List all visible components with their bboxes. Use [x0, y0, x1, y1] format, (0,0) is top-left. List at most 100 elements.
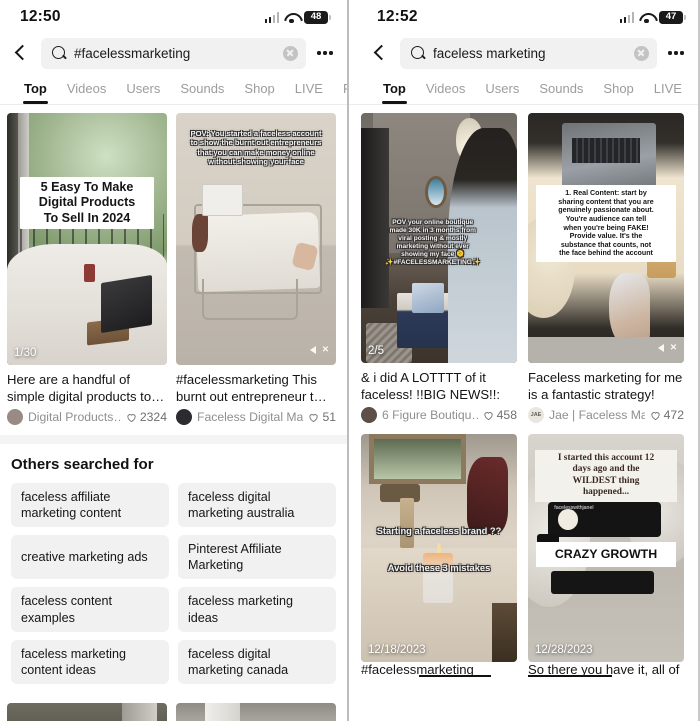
author-name[interactable]: 6 Figure Boutiqu… — [382, 408, 478, 422]
tab-shop[interactable]: Shop — [593, 81, 643, 104]
video-card[interactable]: facelesswithjanel ♪ I started this accou… — [528, 434, 684, 677]
thumbnail-overlay-text: Starting a faceless brand ?? Avoid these… — [376, 526, 502, 574]
search-input[interactable]: #facelessmarketing — [41, 37, 306, 69]
like-count-value: 472 — [663, 408, 684, 422]
video-thumbnail[interactable]: 5 Easy To Make Digital Products To Sell … — [7, 113, 167, 365]
date-badge: 12/18/2023 — [368, 644, 426, 656]
search-icon — [411, 46, 425, 60]
more-options-icon[interactable] — [666, 51, 686, 55]
tab-videos[interactable]: Videos — [57, 81, 117, 104]
left-phone-panel: 12:50 48 #facelessmarketing Top Videos U… — [0, 0, 349, 721]
like-count-value: 2324 — [139, 410, 167, 424]
video-meta-row: Faceless Digital Ma… 51 — [176, 409, 336, 425]
search-tabs: Top Videos Users Sounds Shop LIVE Pla — [0, 72, 347, 105]
video-thumbnail[interactable]: POV your online boutique made 30K in 3 m… — [361, 113, 517, 363]
battery-level: 48 — [310, 11, 322, 23]
tab-live[interactable]: LIVE — [644, 81, 692, 104]
author-name[interactable]: Faceless Digital Ma… — [197, 410, 303, 424]
battery-icon: 47 — [659, 10, 686, 24]
video-thumbnail[interactable] — [7, 702, 167, 721]
tab-places[interactable]: Pla — [692, 81, 698, 104]
section-divider — [0, 435, 347, 444]
tab-videos[interactable]: Videos — [416, 81, 476, 104]
heart-icon — [650, 410, 661, 421]
tab-top[interactable]: Top — [14, 81, 57, 104]
thumbnail-overlay-text: 1. Real Content: start by sharing conten… — [536, 185, 676, 263]
battery-level: 47 — [665, 11, 677, 23]
video-meta-row: 6 Figure Boutiqu… 458 — [361, 407, 517, 423]
like-count: 51 — [308, 410, 336, 424]
heart-icon — [308, 412, 319, 423]
avatar[interactable]: JAE — [528, 407, 544, 423]
video-thumbnail[interactable]: facelesswithjanel ♪ I started this accou… — [528, 434, 684, 662]
author-name[interactable]: Jae | Faceless Ma… — [549, 408, 645, 422]
suggestion-chip[interactable]: faceless marketing ideas — [178, 587, 336, 632]
partial-next-row: UGC Example — [0, 694, 347, 721]
video-card[interactable]: POV: You started a faceless account to s… — [176, 113, 336, 425]
back-chevron-icon[interactable] — [369, 42, 391, 64]
search-tabs: Top Videos Users Sounds Shop LIVE Pla — [349, 72, 698, 105]
cellular-bars-icon — [264, 12, 279, 23]
suggestion-chip[interactable]: faceless digital marketing australia — [178, 483, 336, 528]
battery-icon: 48 — [304, 10, 331, 24]
text-underline — [419, 675, 491, 677]
thumbnail-overlay-secondary: CRAZY GROWTH — [536, 542, 676, 568]
tab-users[interactable]: Users — [116, 81, 170, 104]
tab-users[interactable]: Users — [475, 81, 529, 104]
search-input[interactable]: faceless marketing — [400, 37, 657, 69]
avatar[interactable] — [7, 409, 23, 425]
suggestion-chip[interactable]: faceless content examples — [11, 587, 169, 632]
tab-live[interactable]: LIVE — [285, 81, 333, 104]
text-underline — [528, 675, 612, 677]
back-chevron-icon[interactable] — [10, 42, 32, 64]
mute-icon[interactable] — [310, 343, 329, 358]
tab-shop[interactable]: Shop — [234, 81, 284, 104]
thumbnail-overlay-text: POV: You started a faceless account to s… — [190, 129, 322, 166]
tab-sounds[interactable]: Sounds — [529, 81, 593, 104]
author-name[interactable]: Digital Products… — [28, 410, 121, 424]
dual-screenshot-stage: 12:50 48 #facelessmarketing Top Videos U… — [0, 0, 700, 721]
video-meta-row: Digital Products… 2324 — [7, 409, 167, 425]
wifi-icon — [284, 12, 299, 23]
video-thumbnail[interactable]: POV: You started a faceless account to s… — [176, 113, 336, 365]
cellular-bars-icon — [619, 12, 634, 23]
avatar[interactable] — [361, 407, 377, 423]
tab-top[interactable]: Top — [373, 81, 416, 104]
status-bar: 12:52 47 — [349, 0, 698, 34]
suggestion-chip[interactable]: faceless digital marketing canada — [178, 639, 336, 684]
video-thumbnail[interactable]: 1. Real Content: start by sharing conten… — [528, 113, 684, 363]
video-thumbnail[interactable]: Starting a faceless brand ?? Avoid these… — [361, 434, 517, 662]
video-card[interactable]: 5 Easy To Make Digital Products To Sell … — [7, 113, 167, 425]
like-count: 458 — [483, 408, 517, 422]
clear-search-icon[interactable] — [634, 45, 649, 61]
video-results-grid: POV your online boutique made 30K in 3 m… — [349, 105, 698, 677]
more-options-icon[interactable] — [315, 51, 335, 55]
mute-icon[interactable] — [658, 341, 677, 356]
video-thumbnail[interactable]: UGC Example — [176, 702, 336, 721]
video-card[interactable]: Starting a faceless brand ?? Avoid these… — [361, 434, 517, 677]
tab-places[interactable]: Pla — [333, 81, 347, 104]
avatar[interactable] — [176, 409, 192, 425]
heart-icon — [126, 412, 137, 423]
video-card[interactable]: 1. Real Content: start by sharing conten… — [528, 113, 684, 423]
video-card[interactable]: POV your online boutique made 30K in 3 m… — [361, 113, 517, 423]
heart-icon — [483, 410, 494, 421]
video-caption: #facelessmarketing This burnt out entrep… — [176, 372, 327, 405]
status-indicators: 47 — [619, 10, 686, 24]
thumbnail-overlay-text: 5 Easy To Make Digital Products To Sell … — [20, 177, 154, 230]
like-count: 2324 — [126, 410, 167, 424]
thumbnail-overlay-text: I started this account 12 days ago and t… — [535, 450, 677, 502]
clear-search-icon[interactable] — [283, 45, 298, 61]
section-title: Others searched for — [11, 456, 154, 473]
suggestion-chip[interactable]: creative marketing ads — [11, 535, 169, 580]
tab-sounds[interactable]: Sounds — [170, 81, 234, 104]
like-count: 472 — [650, 408, 684, 422]
suggestion-chips: faceless affiliate marketing content fac… — [11, 483, 336, 684]
slide-index-badge: 1/30 — [14, 347, 37, 359]
suggestion-chip[interactable]: faceless marketing content ideas — [11, 639, 169, 684]
suggestion-chip[interactable]: faceless affiliate marketing content — [11, 483, 169, 528]
search-query-text: faceless marketing — [433, 45, 546, 61]
suggestion-chip[interactable]: Pinterest Affiliate Marketing — [178, 535, 336, 580]
video-meta-row: JAE Jae | Faceless Ma… 472 — [528, 407, 684, 423]
thumbnail-overlay-text: POV your online boutique made 30K in 3 m… — [385, 219, 481, 267]
